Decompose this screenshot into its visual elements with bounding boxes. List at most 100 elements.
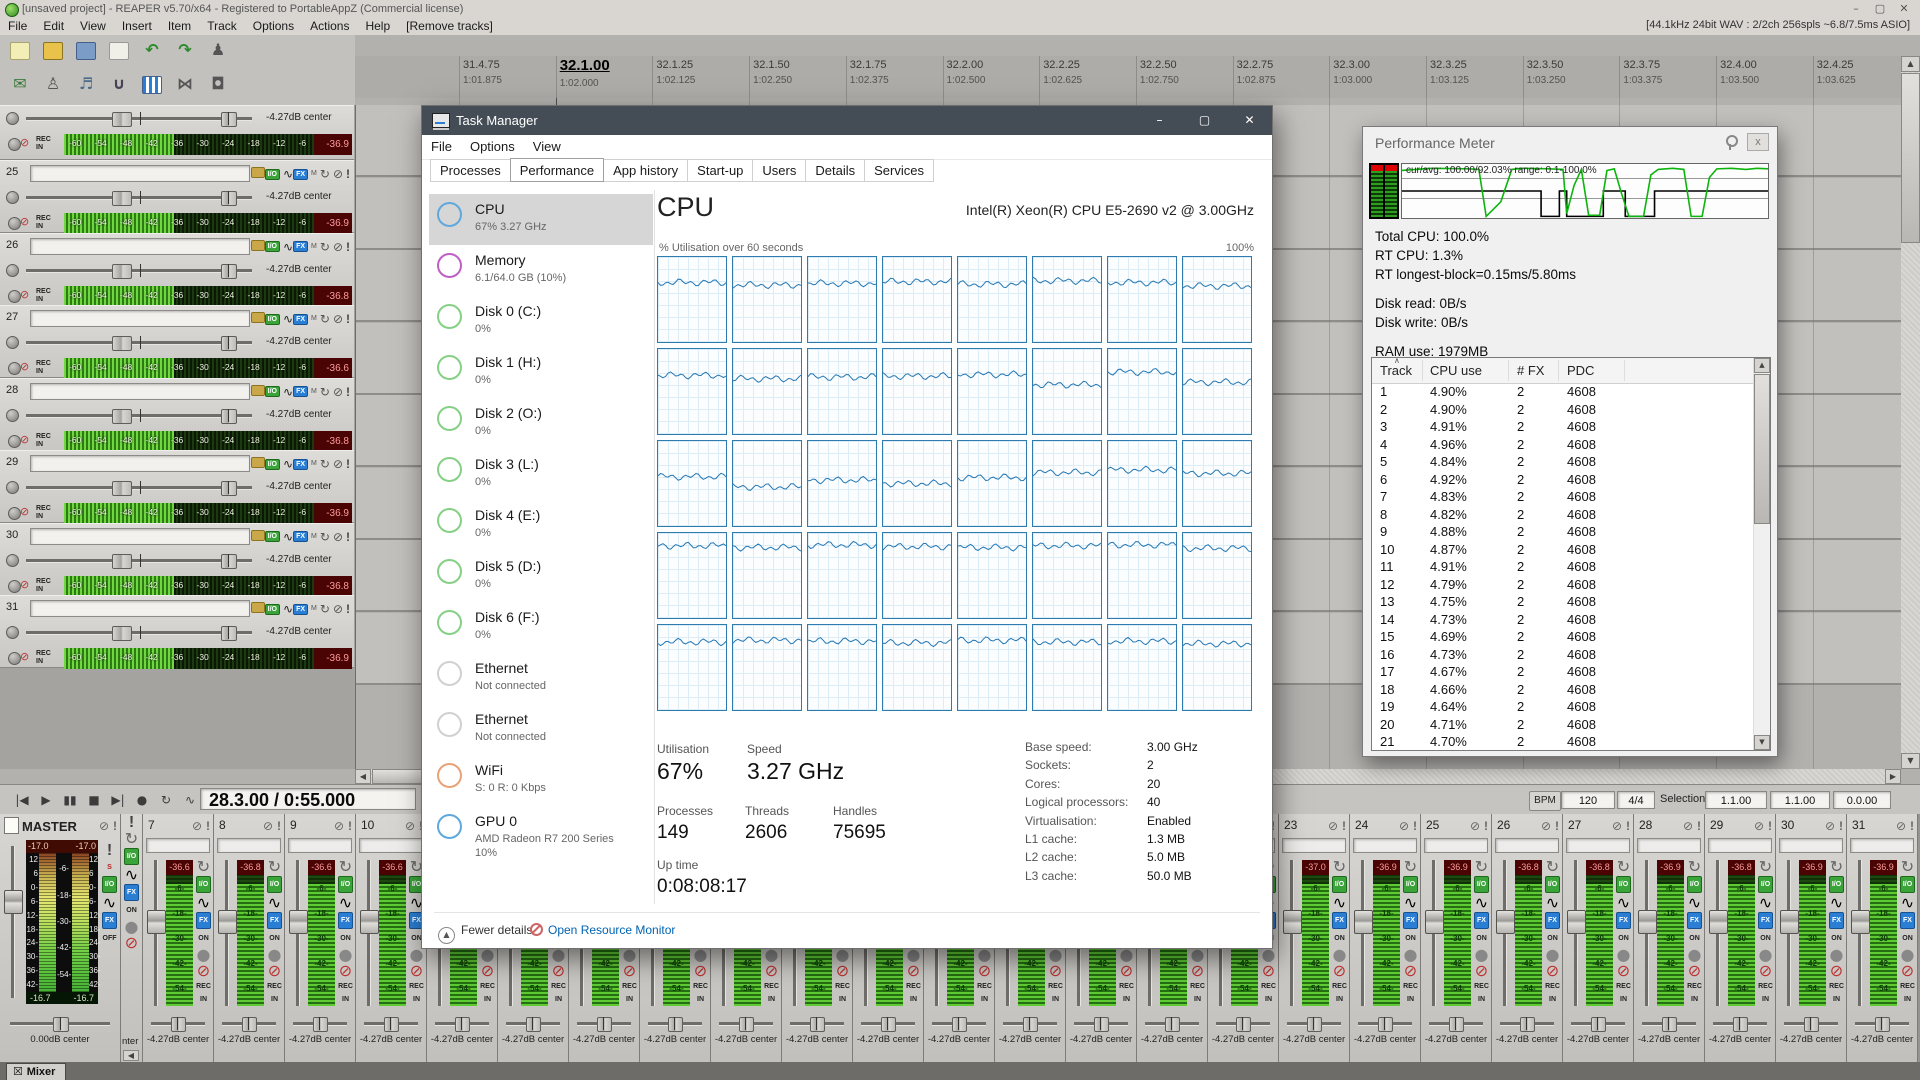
column-header-track[interactable]: Track — [1380, 363, 1412, 378]
tab-details[interactable]: Details — [805, 159, 865, 182]
monitor-button[interactable]: ! — [1768, 819, 1772, 833]
routing-button[interactable]: I/O — [265, 459, 280, 470]
fx-button[interactable]: FX — [1616, 912, 1631, 929]
project-page-icon[interactable] — [4, 817, 19, 834]
envelope-button[interactable]: ∿ — [101, 896, 118, 909]
play-button[interactable]: ▶ — [34, 790, 58, 810]
tcp-track-30[interactable]: 30I/O∿FXM↻⊘!-4.27dB center⊘RECIN-60-54-4… — [0, 523, 354, 596]
pan-slider[interactable] — [435, 1022, 489, 1026]
record-arm-button[interactable]: ● — [763, 948, 780, 961]
routing-button[interactable]: I/O — [1474, 876, 1489, 893]
column-header-fx[interactable]: # FX — [1517, 363, 1544, 378]
menu-file[interactable]: File — [422, 135, 461, 158]
record-arm-button[interactable]: ● — [621, 948, 638, 961]
record-button[interactable]: ● — [130, 790, 154, 810]
master-fader[interactable] — [11, 846, 15, 998]
pan-slider[interactable] — [1287, 1022, 1341, 1026]
track-name-input[interactable] — [30, 165, 250, 182]
envelope-button[interactable]: ∿ — [1828, 896, 1845, 909]
envelope-button[interactable]: ∿ — [283, 599, 293, 619]
new-project-icon[interactable] — [8, 39, 32, 61]
record-arm-button[interactable]: ● — [550, 948, 567, 961]
sidebar-item-disk-0-c-[interactable]: Disk 0 (C:)0% — [429, 296, 653, 347]
column-header-pdc[interactable]: PDC — [1567, 363, 1594, 378]
scroll-right-button[interactable]: ▶ — [1885, 769, 1901, 784]
mixer-master-strip[interactable]: MASTER⊘!-17.0-17.01260-6-12-18-24-30-36-… — [0, 814, 121, 1062]
fx-button[interactable]: FX — [1829, 912, 1844, 929]
envelope-button[interactable]: ∿ — [1686, 896, 1703, 909]
record-monitor-button[interactable]: ! — [101, 844, 118, 857]
tab-app-history[interactable]: App history — [603, 159, 688, 182]
loop-icon[interactable]: ↻ — [1544, 860, 1561, 873]
routing-button[interactable]: I/O — [1545, 876, 1560, 893]
fx-button[interactable]: FX — [1403, 912, 1418, 929]
channel-name-input[interactable] — [146, 838, 210, 853]
envelope-button[interactable]: ∿ — [1757, 896, 1774, 909]
record-monitor-button[interactable]: ! — [346, 309, 350, 329]
solo-icon[interactable]: s — [101, 860, 118, 873]
pan-slider[interactable] — [1429, 1022, 1483, 1026]
routing-button[interactable]: I/O — [265, 314, 280, 325]
envelope-icon[interactable]: ✉ — [8, 73, 32, 95]
routing-button[interactable]: I/O — [1403, 876, 1418, 893]
mute-button[interactable]: ⊘ — [1612, 819, 1622, 833]
pan-slider[interactable] — [204, 486, 252, 490]
menu-file[interactable]: File — [0, 18, 35, 35]
tab-services[interactable]: Services — [864, 159, 934, 182]
mute-button[interactable]: ⊘ — [1399, 819, 1409, 833]
sidebar-item-disk-6-f-[interactable]: Disk 6 (F:)0% — [429, 602, 653, 653]
loop-icon[interactable]: ↻ — [195, 860, 212, 873]
mute-button[interactable]: ⊘ — [333, 309, 343, 329]
mute-button[interactable]: ⊘ — [1328, 819, 1338, 833]
fewer-details-button[interactable]: ▲Fewer details — [438, 923, 532, 944]
volume-fader[interactable] — [26, 631, 214, 635]
mixer-strip-9[interactable]: 9⊘!-36.6-6--18--30--42--54-↻I/O∿FXON●⊘RE… — [285, 814, 356, 1062]
tab-users[interactable]: Users — [752, 159, 806, 182]
folder-icon[interactable] — [251, 454, 265, 474]
volume-fader[interactable] — [26, 414, 214, 418]
master-pan-slider[interactable] — [10, 1022, 110, 1026]
mute-button[interactable]: ⊘ — [334, 819, 344, 833]
tcp-track-29[interactable]: 29I/O∿FXM↻⊘!-4.27dB center⊘RECIN-60-54-4… — [0, 450, 354, 523]
timeline-ruler[interactable]: 31.4.751:01.87532.1.001:02.00032.1.251:0… — [355, 56, 1901, 99]
fx-button[interactable]: FX — [338, 912, 353, 929]
stop-button[interactable]: ■ — [82, 790, 106, 810]
minimize-button[interactable]: – — [1844, 0, 1868, 18]
track-name-input[interactable] — [30, 310, 250, 327]
open-project-icon[interactable] — [41, 39, 65, 61]
monitor-button[interactable]: ! — [1910, 819, 1914, 833]
pan-slider[interactable] — [364, 1022, 418, 1026]
fx-bypass-toggle[interactable]: M — [311, 309, 317, 329]
monitor-button[interactable]: ! — [206, 819, 210, 833]
mute-button[interactable]: ⊘ — [333, 237, 343, 257]
record-monitor-button[interactable]: ! — [346, 164, 350, 184]
routing-button[interactable]: I/O — [1616, 876, 1631, 893]
pan-slider[interactable] — [204, 341, 252, 345]
envelope-button[interactable]: ∿ — [283, 527, 293, 547]
monitor-button[interactable]: ! — [1413, 819, 1417, 833]
record-arm-button[interactable]: ● — [479, 948, 496, 961]
loop-icon[interactable]: ↻ — [320, 164, 330, 184]
fx-bypass-toggle[interactable]: M — [311, 164, 317, 184]
record-arm-button[interactable]: ● — [1331, 948, 1348, 961]
fx-button[interactable]: FX — [196, 912, 211, 929]
envelope-button[interactable]: ∿ — [1331, 896, 1348, 909]
pan-slider[interactable] — [1358, 1022, 1412, 1026]
loop-icon[interactable]: ↻ — [320, 309, 330, 329]
track-name-input[interactable] — [30, 528, 250, 545]
loop-icon[interactable]: ↻ — [1331, 860, 1348, 873]
loop-icon[interactable]: ↻ — [1615, 860, 1632, 873]
column-header-cpuuse[interactable]: CPU use — [1430, 363, 1482, 378]
selection-length[interactable]: 0.0.00 — [1833, 791, 1891, 809]
fx-button[interactable]: FX — [293, 169, 308, 180]
record-arm-knob[interactable] — [6, 112, 19, 125]
menu-track[interactable]: Track — [199, 18, 245, 35]
fx-bypass-toggle[interactable]: M — [311, 599, 317, 619]
fx-button[interactable]: FX — [1687, 912, 1702, 929]
save-project-icon[interactable] — [74, 39, 98, 61]
pan-slider[interactable] — [1145, 1022, 1199, 1026]
loop-icon[interactable]: ↻ — [320, 382, 330, 402]
fx-button[interactable]: FX — [293, 459, 308, 470]
channel-fader[interactable] — [296, 860, 300, 1006]
table-vscrollbar[interactable]: ▲▼ — [1753, 358, 1770, 750]
